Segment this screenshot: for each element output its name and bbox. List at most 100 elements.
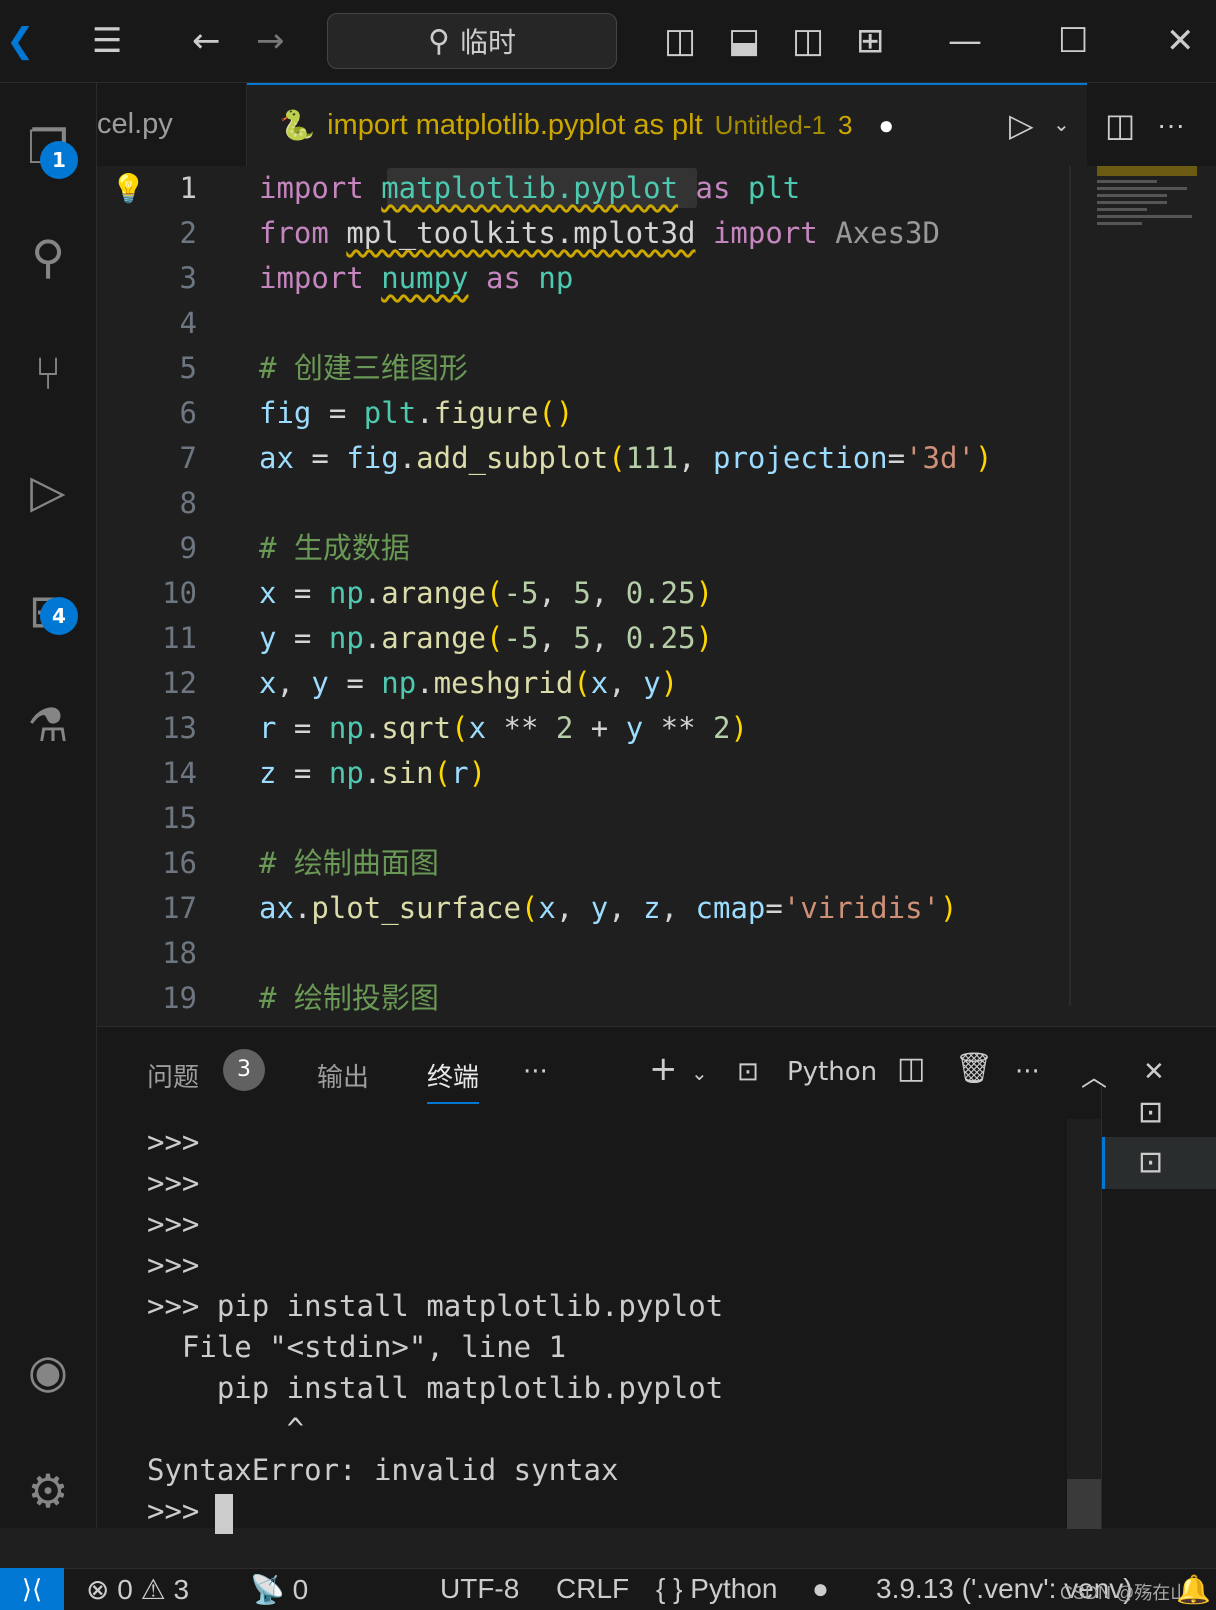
code-token: arange bbox=[381, 576, 487, 610]
tab-cel-py[interactable]: cel.py bbox=[97, 83, 247, 166]
code-token: cmap bbox=[695, 891, 766, 925]
customize-layout-icon[interactable]: ⊞ bbox=[856, 18, 885, 64]
code-line[interactable]: 16 # 绘制曲面图 bbox=[97, 841, 1097, 886]
code-token: . bbox=[363, 576, 382, 610]
code-editor[interactable]: 💡 1 import matplotlib.pyplot as plt 2 from … bbox=[97, 166, 1216, 1026]
more-actions-icon[interactable]: ··· bbox=[1157, 83, 1185, 166]
code-token: ( bbox=[451, 711, 469, 745]
code-token: y bbox=[590, 891, 609, 925]
close-window-icon[interactable]: ✕ bbox=[1166, 18, 1195, 64]
run-python-file-icon[interactable]: ▷ bbox=[1009, 83, 1034, 166]
tab-untitled-1[interactable]: 🐍 import matplotlib.pyplot as plt Untitl… bbox=[247, 83, 1087, 166]
search-icon: ⚲ bbox=[428, 23, 450, 59]
activity-bar: ❐ 1 ⚲ ⑂ ▷ ⊞ 4 ⚗ ◉ ⚙ bbox=[0, 83, 97, 1528]
remote-indicator-icon[interactable]: ⟩⟨ bbox=[0, 1568, 64, 1610]
tab-output[interactable]: 输出 bbox=[317, 1057, 369, 1094]
code-line[interactable]: 1 import matplotlib.pyplot as plt bbox=[97, 166, 1097, 211]
code-token: 2 bbox=[713, 711, 731, 745]
code-token: 2 bbox=[555, 711, 574, 745]
accounts-icon[interactable]: ◉ bbox=[10, 1333, 86, 1409]
terminal-dropdown-chevron-icon[interactable]: ⌄ bbox=[691, 1061, 708, 1085]
ports-status[interactable]: 📡 0 bbox=[250, 1573, 308, 1606]
terminal-instance-icon[interactable]: ⊡ bbox=[1138, 1095, 1163, 1130]
language-mode[interactable]: { } Python bbox=[656, 1573, 777, 1605]
code-line[interactable]: 7 ax = fig.add_subplot(111, projection='3… bbox=[97, 436, 1097, 481]
code-line[interactable]: 17 ax.plot_surface(x, y, z, cmap='viridis… bbox=[97, 886, 1097, 931]
code-token: as bbox=[468, 261, 539, 295]
terminal-line: SyntaxError: invalid syntax bbox=[147, 1453, 619, 1487]
code-token: . bbox=[416, 396, 434, 430]
panel-more-icon[interactable]: ··· bbox=[523, 1057, 548, 1087]
code-token: figure bbox=[433, 396, 539, 430]
terminal-scrollbar[interactable] bbox=[1067, 1119, 1101, 1529]
new-terminal-plus-icon[interactable]: + bbox=[649, 1049, 678, 1089]
terminal-instance-icon[interactable]: ⊡ bbox=[1138, 1145, 1163, 1180]
code-token: 0.25 bbox=[625, 576, 696, 610]
code-text: import matplotlib.pyplot as plt bbox=[259, 166, 800, 211]
code-line[interactable]: 10 x = np.arange(-5, 5, 0.25) bbox=[97, 571, 1097, 616]
close-panel-icon[interactable]: ✕ bbox=[1143, 1057, 1165, 1087]
python-env-icon[interactable]: ● bbox=[812, 1573, 829, 1605]
code-line[interactable]: 18 bbox=[97, 931, 1097, 976]
code-line[interactable]: 6 fig = plt.figure() bbox=[97, 391, 1097, 436]
line-number: 9 bbox=[179, 531, 197, 565]
code-line[interactable]: 15 bbox=[97, 796, 1097, 841]
settings-gear-icon[interactable]: ⚙ bbox=[10, 1453, 86, 1529]
tab-terminal[interactable]: 终端 bbox=[427, 1057, 480, 1104]
search-icon[interactable]: ⚲ bbox=[10, 219, 86, 295]
code-line[interactable]: 11 y = np.arange(-5, 5, 0.25) bbox=[97, 616, 1097, 661]
encoding[interactable]: UTF-8 bbox=[440, 1573, 519, 1605]
code-line[interactable]: 12 x, y = np.meshgrid(x, y) bbox=[97, 661, 1097, 706]
code-line[interactable]: 3 import numpy as np bbox=[97, 256, 1097, 301]
status-bar: ⟩⟨ ⊗ 0 ⚠ 3 📡 0 UTF-8 CRLF { } Python ● 3… bbox=[0, 1568, 1216, 1610]
minimap[interactable] bbox=[1097, 166, 1207, 286]
toggle-panel-icon[interactable]: ⬓ bbox=[728, 18, 760, 64]
end-of-line[interactable]: CRLF bbox=[556, 1573, 629, 1605]
source-control-icon[interactable]: ⑂ bbox=[10, 335, 86, 411]
code-token: r bbox=[259, 711, 277, 745]
unsaved-dot-icon[interactable]: ● bbox=[878, 110, 894, 141]
code-line[interactable]: 8 bbox=[97, 481, 1097, 526]
menu-icon[interactable]: ☰ bbox=[92, 18, 122, 64]
code-line[interactable]: 5 # 创建三维图形 bbox=[97, 346, 1097, 391]
toggle-secondary-sidebar-icon[interactable]: ◫ bbox=[792, 18, 824, 64]
terminal-output[interactable]: >>> >>> >>> >>> >>> pip install matplotlib.p… bbox=[97, 1122, 1067, 1534]
testing-icon[interactable]: ⚗ bbox=[10, 687, 86, 763]
terminal-line: ^ bbox=[147, 1412, 305, 1446]
code-line[interactable]: 2 from mpl_toolkits.mplot3d import Axes3D bbox=[97, 211, 1097, 256]
toggle-sidebar-icon[interactable]: ◫ bbox=[664, 18, 696, 64]
terminal-name[interactable]: Python bbox=[787, 1057, 877, 1087]
run-debug-icon[interactable]: ▷ bbox=[10, 453, 86, 529]
code-line[interactable]: 9 # 生成数据 bbox=[97, 526, 1097, 571]
code-token: ) bbox=[940, 891, 958, 925]
code-token: ) bbox=[695, 576, 714, 610]
code-line[interactable]: 19 # 绘制投影图 bbox=[97, 976, 1097, 1021]
minimize-icon[interactable]: — bbox=[948, 18, 982, 64]
code-token: np bbox=[328, 711, 364, 745]
split-terminal-icon[interactable]: ◫ bbox=[897, 1051, 925, 1086]
code-token: x bbox=[468, 711, 487, 745]
code-line[interactable]: 13 r = np.sqrt(x ** 2 + y ** 2) bbox=[97, 706, 1097, 751]
title-bar: ❮ ☰ ← → ⚲ 临时 ◫ ⬓ ◫ ⊞ — ☐ ✕ bbox=[0, 0, 1216, 83]
code-token: , bbox=[590, 621, 626, 655]
maximize-icon[interactable]: ☐ bbox=[1058, 18, 1088, 64]
code-line[interactable]: 14 z = np.sin(r) bbox=[97, 751, 1097, 796]
terminal-more-icon[interactable]: ··· bbox=[1015, 1057, 1040, 1087]
tab-problems[interactable]: 问题 bbox=[147, 1057, 199, 1094]
run-dropdown-chevron-icon[interactable]: ⌄ bbox=[1053, 83, 1070, 166]
terminal-line: >>> bbox=[147, 1166, 200, 1200]
code-text: z = np.sin(r) bbox=[259, 751, 486, 796]
code-token: -5 bbox=[503, 576, 539, 610]
code-text: import numpy as np bbox=[259, 256, 573, 301]
code-token: fig bbox=[346, 441, 399, 475]
code-line[interactable]: 4 bbox=[97, 301, 1097, 346]
errors-warnings[interactable]: ⊗ 0 ⚠ 3 bbox=[86, 1573, 189, 1606]
kill-terminal-trash-icon[interactable]: 🗑 bbox=[955, 1051, 993, 1086]
notifications-bell-icon[interactable]: 🔔 bbox=[1176, 1573, 1211, 1606]
back-arrow-icon[interactable]: ← bbox=[192, 18, 221, 64]
code-token: from bbox=[259, 216, 347, 250]
forward-arrow-icon[interactable]: → bbox=[256, 18, 285, 64]
problems-count-badge: 3 bbox=[223, 1049, 265, 1091]
command-center-search[interactable]: ⚲ 临时 bbox=[327, 13, 617, 69]
split-editor-icon[interactable]: ◫ bbox=[1105, 83, 1135, 166]
